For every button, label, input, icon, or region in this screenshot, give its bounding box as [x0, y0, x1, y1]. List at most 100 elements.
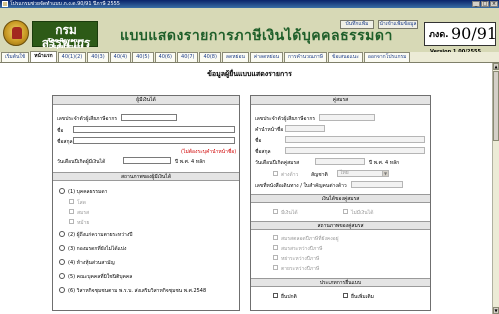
taxpayer-name-label: ชื่อ	[57, 128, 64, 134]
scroll-up-icon[interactable]: ▲	[493, 63, 499, 70]
status-radio-5[interactable]	[59, 273, 65, 279]
minimize-icon[interactable]: _	[472, 1, 480, 7]
spouse-tax-id-input[interactable]	[319, 114, 375, 121]
status-option-5: (5) คณะบุคคลที่มิใช่นิติบุคคล	[68, 274, 133, 280]
save-file-button[interactable]: บันทึกแฟ้ม	[340, 20, 374, 29]
spouse-has-income-label: มีเงินได้	[281, 210, 298, 216]
tab-suggestions[interactable]: ข้อเสนอแนะ	[327, 52, 363, 62]
status-radio-1[interactable]	[59, 188, 65, 194]
main-form-page: ข้อมูลผู้ยื่นแบบแสดงรายการ ผู้มีเงินได้ …	[0, 63, 499, 314]
taxpayer-name-input[interactable]	[73, 126, 235, 133]
tab-first-page[interactable]: หน้าแรก	[30, 51, 57, 62]
tab-exit[interactable]: ออกจากโปรแกรม	[363, 52, 411, 62]
org-name-box: กรมสรรพากร The Revenue Department	[32, 21, 98, 50]
married-label: สมรส	[77, 210, 90, 216]
spouse-no-income-label: ไม่มีเงินได้	[351, 210, 374, 216]
tab-deduction[interactable]: ลดหย่อน	[221, 52, 249, 62]
spouse-no-income-checkbox[interactable]	[343, 209, 348, 214]
maximize-icon[interactable]: □	[481, 1, 489, 7]
spouse-prefix-label: คำนำหน้าชื่อ	[255, 127, 284, 133]
tab-40-8[interactable]: 40(8)	[199, 52, 221, 62]
spouse-income-header: เงินได้ของคู่สมรส	[251, 194, 430, 203]
spouse-status-header: สถานภาพของคู่สมรส	[251, 221, 430, 230]
additional-filing-checkbox[interactable]	[343, 293, 348, 298]
spouse-passport-label: เลขที่หนังสือเดินทาง / ใบสำคัญคนต่างด้าว	[255, 183, 347, 189]
spouse-birth-label: วันเดือนปีเกิดคู่สมรส	[255, 160, 300, 166]
logo-emblem	[12, 27, 22, 39]
single-label: โสด	[77, 200, 86, 206]
taxpayer-tax-id-input[interactable]	[121, 114, 177, 121]
status-option-3: (3) กองมรดกที่ยังไม่ได้แบ่ง	[68, 246, 127, 252]
spouse-status-option-2: สมรสระหว่างปีภาษี	[281, 246, 323, 252]
status-option-4: (4) ห้างหุ้นส่วนสามัญ	[68, 260, 115, 266]
spouse-status-option-4: ตายระหว่างปีภาษี	[281, 266, 320, 272]
window-titlebar: โปรแกรมช่วยจัดทำแบบ ภ.ง.ด.90/91 ปีภาษี 2…	[0, 0, 499, 8]
normal-filing-label: ยื่นปกติ	[281, 294, 297, 300]
page-title: ข้อมูลผู้ยื่นแบบแสดงรายการ	[207, 70, 292, 78]
spouse-name-label: ชื่อ	[255, 138, 262, 144]
taxpayer-panel-header: ผู้มีเงินได้	[53, 96, 239, 105]
tab-start[interactable]: เริ่มต้นใช้	[1, 52, 30, 62]
widowed-checkbox[interactable]	[69, 219, 74, 224]
org-name-english: The Revenue Department	[47, 38, 85, 50]
window-controls: _ □ ×	[472, 1, 498, 7]
chevron-down-icon: ▼	[382, 171, 388, 176]
form-code-prefix: ภงด.	[429, 30, 449, 40]
taxpayer-status-header: สถานภาพของผู้มีเงินได้	[53, 172, 239, 181]
scroll-thumb[interactable]	[493, 71, 499, 141]
form-code-box: ภงด. 90/91	[424, 22, 497, 46]
spouse-status-checkbox-4[interactable]	[273, 265, 278, 270]
window-title: โปรแกรมช่วยจัดทำแบบ ภ.ง.ด.90/91 ปีภาษี 2…	[10, 1, 120, 7]
scroll-down-icon[interactable]: ▼	[493, 307, 499, 314]
spouse-nationality-value: ไทย	[340, 170, 349, 176]
tab-40-5[interactable]: 40(5)	[132, 52, 154, 62]
status-radio-3[interactable]	[59, 245, 65, 251]
spouse-birth-hint: ปี พ.ศ. 4 หลัก	[369, 160, 400, 166]
tab-40-3[interactable]: 40(3)	[87, 52, 109, 62]
spouse-nationality-select[interactable]: ไทย ▼	[337, 170, 389, 177]
taxpayer-surname-input[interactable]	[73, 137, 235, 144]
tab-allowances[interactable]: ค่าลดหย่อน	[249, 52, 284, 62]
spouse-status-checkbox-2[interactable]	[273, 245, 278, 250]
spouse-status-checkbox-3[interactable]	[273, 255, 278, 260]
spouse-birth-input[interactable]	[315, 158, 365, 165]
spouse-has-income-checkbox[interactable]	[273, 209, 278, 214]
spouse-panel-header: คู่สมรส	[251, 96, 430, 105]
taxpayer-birth-label: วันเดือนปีเกิดผู้มีเงินได้	[57, 159, 106, 165]
married-checkbox[interactable]	[69, 209, 74, 214]
normal-filing-checkbox[interactable]	[273, 293, 278, 298]
tab-40-6[interactable]: 40(6)	[154, 52, 177, 62]
taxpayer-birth-hint: ปี พ.ศ. 4 หลัก	[175, 159, 206, 165]
no-prefix-note: (ไม่ต้องระบุคำนำหน้าชื่อ)	[181, 149, 237, 155]
header-banner: กรมสรรพากร The Revenue Department แบบแสด…	[0, 8, 499, 55]
spouse-tax-id-label: เลขประจำตัวผู้เสียภาษีอากร	[255, 116, 316, 122]
tab-tax-calculation[interactable]: การคำนวณภาษี	[284, 52, 327, 62]
tab-40-1-2[interactable]: 40(1)(2)	[57, 52, 87, 62]
import-file-button[interactable]: นำเข้าแฟ้มข้อมูล	[378, 20, 418, 29]
spouse-foreign-checkbox[interactable]	[273, 171, 278, 176]
vertical-scrollbar[interactable]: ▲ ▼	[492, 63, 499, 314]
spouse-surname-label: ชื่อสกุล	[255, 149, 271, 155]
status-radio-6[interactable]	[59, 287, 65, 293]
widowed-label: หม้าย	[77, 220, 90, 226]
tab-bar: เริ่มต้นใช้ หน้าแรก 40(1)(2) 40(3) 40(4)…	[0, 51, 499, 63]
taxpayer-birth-input[interactable]	[123, 157, 171, 164]
spouse-name-input[interactable]	[285, 136, 425, 143]
spouse-prefix-input[interactable]	[285, 125, 325, 132]
spouse-status-option-1: สมรสตลอดปีภาษีที่ยังคงอยู่	[281, 236, 339, 242]
single-checkbox[interactable]	[69, 199, 74, 204]
status-radio-4[interactable]	[59, 259, 65, 265]
spouse-surname-input[interactable]	[285, 147, 425, 154]
status-radio-2[interactable]	[59, 231, 65, 237]
taxpayer-panel: ผู้มีเงินได้ เลขประจำตัวผู้เสียภาษีอากร …	[52, 95, 240, 311]
tab-40-7[interactable]: 40(7)	[177, 52, 199, 62]
status-option-1: (1) บุคคลธรรมดา	[68, 189, 108, 195]
spouse-passport-input[interactable]	[351, 181, 403, 188]
spouse-status-checkbox-1[interactable]	[273, 235, 278, 240]
app-icon	[2, 1, 8, 7]
close-icon[interactable]: ×	[490, 1, 498, 7]
taxpayer-tax-id-label: เลขประจำตัวผู้เสียภาษีอากร	[57, 116, 118, 122]
status-option-6: (6) วิสาหกิจชุมชนตาม พ.ร.บ. ส่งเสริมวิสา…	[68, 288, 207, 294]
tab-40-4[interactable]: 40(4)	[109, 52, 132, 62]
filing-type-header: ประเภทการยื่นแบบ	[251, 278, 430, 287]
